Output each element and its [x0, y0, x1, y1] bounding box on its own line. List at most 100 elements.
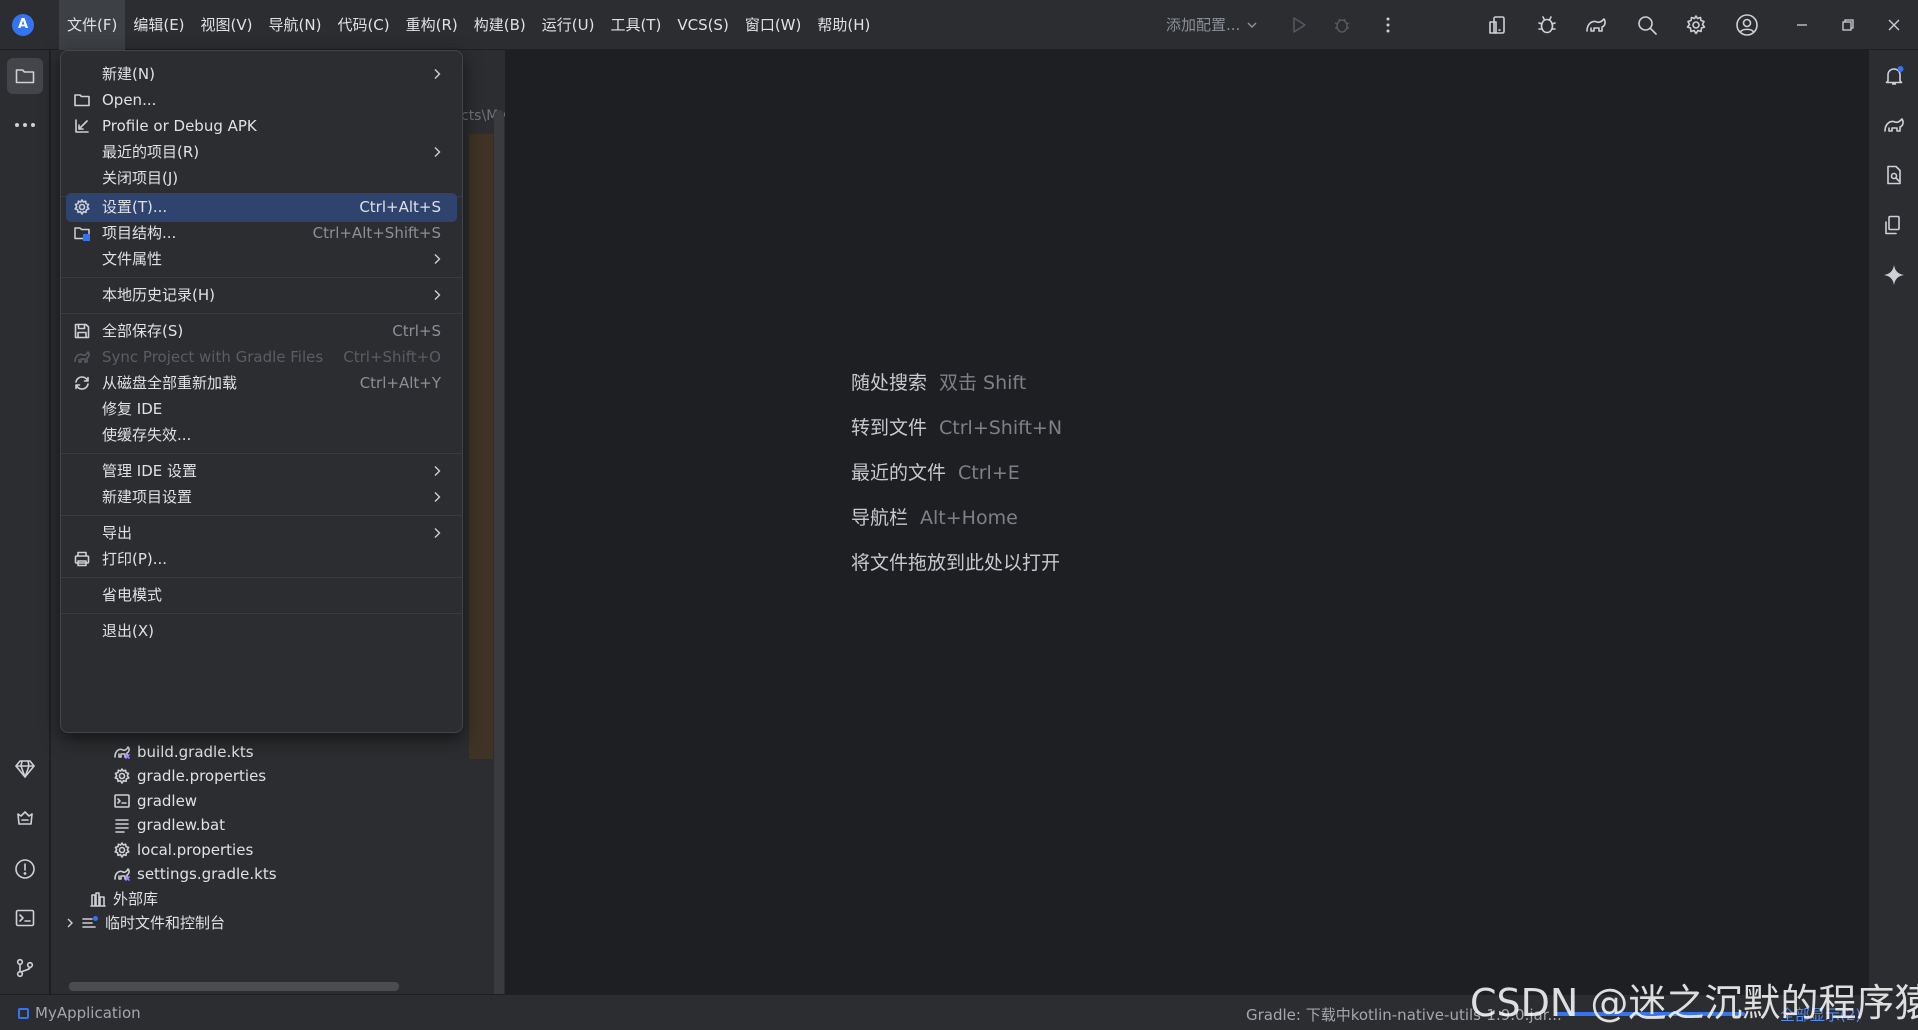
debug-icon[interactable]: [1330, 13, 1354, 37]
menu-item-profile-debug-apk[interactable]: Profile or Debug APK: [66, 112, 457, 141]
menu-file[interactable]: 文件(F): [59, 0, 126, 50]
app-inspection-icon[interactable]: [1535, 13, 1559, 37]
menu-item-print[interactable]: 打印(P)...: [66, 545, 457, 574]
android-studio-logo-icon[interactable]: A: [12, 14, 34, 36]
menu-view[interactable]: 视图(V): [193, 0, 261, 50]
more-tools-ellipsis-icon[interactable]: [7, 107, 43, 143]
menu-item-shortcut: Ctrl+S: [392, 322, 441, 340]
menu-item-label: Sync Project with Gradle Files: [102, 348, 324, 366]
restore-icon[interactable]: [1836, 13, 1860, 37]
project-vertical-scrollbar[interactable]: [494, 110, 504, 994]
csdn-watermark: CSDN @迷之沉默的程序猿: [1470, 981, 1918, 1025]
menu-separator: [61, 453, 462, 454]
hint-label: 将文件拖放到此处以打开: [851, 552, 1061, 574]
menu-item-export[interactable]: 导出: [66, 519, 457, 548]
chevron-right-icon[interactable]: [65, 918, 75, 928]
running-devices-icon[interactable]: [1876, 207, 1912, 243]
menu-item-save-all[interactable]: 全部保存(S) Ctrl+S: [66, 317, 457, 346]
menu-vcs[interactable]: VCS(S): [669, 0, 736, 50]
menu-item-sync-gradle[interactable]: Sync Project with Gradle Files Ctrl+Shif…: [66, 343, 457, 372]
close-icon[interactable]: [1882, 13, 1906, 37]
title-bar: A 文件(F) 编辑(E) 视图(V) 导航(N) 代码(C) 重构(R) 构建…: [0, 0, 1918, 50]
settings-icon[interactable]: [1684, 13, 1708, 37]
menu-item-shortcut: Ctrl+Alt+Y: [359, 374, 441, 392]
menu-item-new[interactable]: 新建(N): [66, 60, 457, 89]
project-horizontal-scrollbar[interactable]: [69, 982, 399, 991]
menu-item-project-structure[interactable]: 项目结构... Ctrl+Alt+Shift+S: [66, 219, 457, 248]
gradle-tool-icon[interactable]: [1876, 107, 1912, 143]
account-icon[interactable]: [1735, 13, 1759, 37]
main-menu-bar: 文件(F) 编辑(E) 视图(V) 导航(N) 代码(C) 重构(R) 构建(B…: [59, 0, 878, 50]
menu-separator: [61, 515, 462, 516]
resource-manager-gem-icon[interactable]: [7, 751, 43, 787]
menu-item-close-project[interactable]: 关闭项目(J): [66, 164, 457, 193]
menu-item-file-properties[interactable]: 文件属性: [66, 245, 457, 274]
hint-recent-files: 最近的文件 Ctrl+E: [851, 458, 1020, 485]
menu-item-shortcut: Ctrl+Alt+Shift+S: [312, 224, 441, 242]
problems-icon[interactable]: [7, 851, 43, 887]
hint-shortcut: Alt+Home: [920, 507, 1018, 529]
menu-help[interactable]: 帮助(H): [809, 0, 878, 50]
hint-goto-file: 转到文件 Ctrl+Shift+N: [851, 413, 1062, 440]
menu-item-open[interactable]: Open...: [66, 86, 457, 115]
project-structure-icon: [73, 224, 91, 242]
menu-separator: [61, 613, 462, 614]
hint-label: 最近的文件: [851, 462, 947, 484]
menu-edit[interactable]: 编辑(E): [125, 0, 192, 50]
menu-tools[interactable]: 工具(T): [602, 0, 669, 50]
hint-label: 转到文件: [851, 417, 928, 439]
menu-item-exit[interactable]: 退出(X): [66, 617, 457, 646]
menu-item-repair-ide[interactable]: 修复 IDE: [66, 395, 457, 424]
library-icon: [89, 890, 107, 908]
device-manager-icon[interactable]: [1486, 13, 1510, 37]
search-icon[interactable]: [1635, 13, 1659, 37]
gemini-sparkle-icon[interactable]: [1876, 257, 1912, 293]
menu-item-power-save-mode[interactable]: 省电模式: [66, 581, 457, 610]
menu-build[interactable]: 构建(B): [466, 0, 534, 50]
properties-gear-icon: [113, 841, 131, 859]
menu-item-new-project-settings[interactable]: 新建项目设置: [66, 483, 457, 512]
menu-code[interactable]: 代码(C): [329, 0, 397, 50]
hint-label: 导航栏: [851, 507, 909, 529]
build-variants-icon[interactable]: [7, 801, 43, 837]
menu-item-label: 本地历史记录(H): [102, 286, 215, 304]
project-tool-folder-icon[interactable]: [7, 58, 43, 94]
chevron-right-icon: [434, 466, 441, 476]
menu-item-settings[interactable]: 设置(T)... Ctrl+Alt+S: [66, 193, 457, 222]
hint-drop-files: 将文件拖放到此处以打开: [851, 548, 1060, 575]
editor-empty-area[interactable]: 随处搜索 双击 Shift 转到文件 Ctrl+Shift+N 最近的文件 Ctrl+…: [507, 50, 1867, 994]
menu-item-reload-from-disk[interactable]: 从磁盘全部重新加载 Ctrl+Alt+Y: [66, 369, 457, 398]
version-control-git-icon[interactable]: [7, 950, 43, 986]
tree-item-scratches-consoles[interactable]: 临时文件和控制台: [65, 908, 225, 938]
menu-item-manage-ide-settings[interactable]: 管理 IDE 设置: [66, 457, 457, 486]
menu-refactor[interactable]: 重构(R): [398, 0, 466, 50]
menu-item-label: 项目结构...: [102, 224, 177, 242]
menu-item-shortcut: Ctrl+Alt+S: [359, 198, 441, 216]
menu-item-local-history[interactable]: 本地历史记录(H): [66, 281, 457, 310]
menu-item-recent-projects[interactable]: 最近的项目(R): [66, 138, 457, 167]
menu-navigate[interactable]: 导航(N): [261, 0, 330, 50]
menu-window[interactable]: 窗口(W): [737, 0, 810, 50]
gradle-sync-icon[interactable]: [1584, 13, 1608, 37]
notifications-bell-icon[interactable]: [1876, 58, 1912, 94]
left-tool-stripe: [0, 50, 50, 994]
tree-item-label: 临时文件和控制台: [105, 914, 226, 932]
run-configuration-dropdown[interactable]: 添加配置...: [1166, 0, 1258, 50]
menu-item-label: 使缓存失效...: [102, 426, 192, 444]
properties-gear-icon: [113, 767, 131, 785]
device-file-explorer-icon[interactable]: [1876, 157, 1912, 193]
gradle-sync-icon: [73, 348, 91, 366]
hint-navigation-bar: 导航栏 Alt+Home: [851, 503, 1018, 530]
terminal-icon[interactable]: [7, 900, 43, 936]
minimize-icon[interactable]: [1790, 13, 1814, 37]
run-icon[interactable]: [1287, 13, 1311, 37]
hint-shortcut: Ctrl+Shift+N: [939, 417, 1063, 439]
chevron-right-icon: [434, 492, 441, 502]
gradle-kts-icon: [113, 743, 131, 761]
menu-item-invalidate-caches[interactable]: 使缓存失效...: [66, 421, 457, 450]
status-project-widget[interactable]: MyApplication: [18, 1004, 141, 1022]
more-vertical-icon[interactable]: [1376, 13, 1400, 37]
menu-run[interactable]: 运行(U): [534, 0, 603, 50]
tree-selection-highlight: [469, 134, 493, 759]
scratches-icon: [81, 914, 99, 932]
